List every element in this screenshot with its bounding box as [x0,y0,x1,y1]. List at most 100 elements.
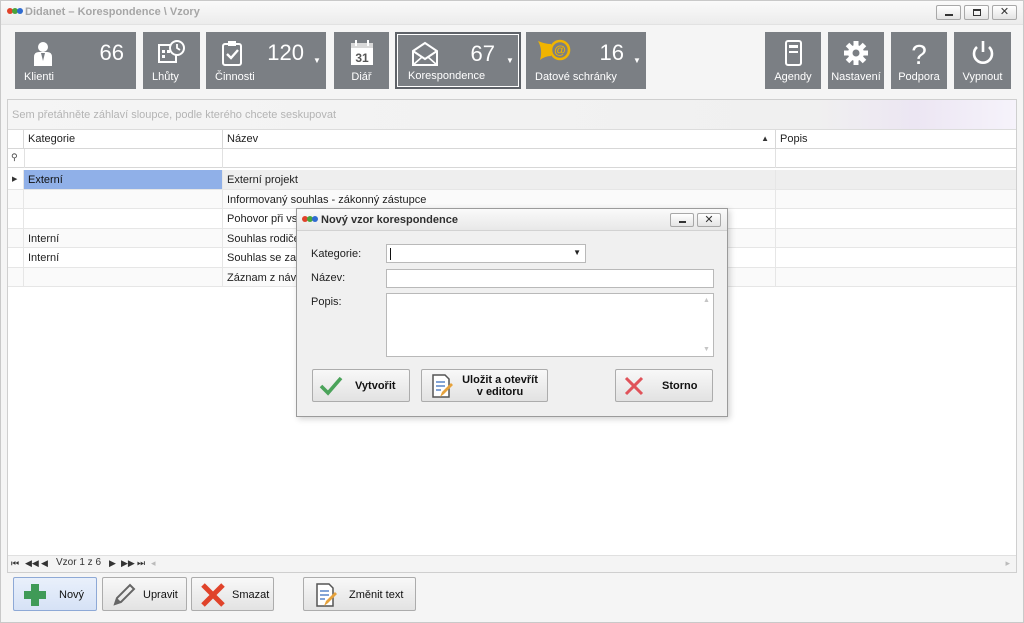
tile-korespondence-dropdown[interactable]: ▼ [501,34,519,91]
calendar-31-icon: 31 [350,40,373,65]
tile-cinnosti-dropdown[interactable]: ▼ [308,32,326,89]
create-button-label: Vytvořit [355,380,396,392]
tile-korespondence-label: Korespondence [408,70,486,82]
column-header-kategorie[interactable]: Kategorie [24,130,223,149]
text-cursor [390,248,391,260]
new-button[interactable]: Nový [13,577,97,611]
tile-korespondence[interactable]: 67 Korespondence ▼ [395,32,521,89]
nazev-field[interactable] [386,269,714,288]
header-indicator [8,130,24,149]
cell-kategorie[interactable] [24,209,223,228]
filter-popis[interactable] [776,149,1016,168]
first-page-icon[interactable]: ⏮ [11,558,19,569]
column-header-popis[interactable]: Popis [776,130,1016,149]
checkmark-icon [319,376,343,396]
tile-lhuty-label: Lhůty [152,71,179,83]
kategorie-label: Kategorie: [311,248,362,260]
edit-button[interactable]: Upravit [102,577,187,611]
maximize-button[interactable] [964,5,989,20]
popis-scrollbar[interactable]: ▲ ▼ [699,294,713,356]
change-text-button[interactable]: Změnit text [303,577,416,611]
dialog-close-button[interactable]: ✕ [697,213,721,227]
tile-vypnout[interactable]: Vypnout [954,32,1011,89]
cancel-button[interactable]: Storno [615,369,713,402]
tile-podpora[interactable]: ? Podpora [891,32,947,89]
tile-datove-label: Datové schránky [535,71,617,83]
tile-diar-label: Diář [351,71,372,83]
tile-klienti-label: Klienti [24,71,54,83]
cell-nazev[interactable]: Externí projekt [223,170,776,189]
row-indicator-cell [8,209,24,228]
prev-record-icon[interactable]: ◀ [41,558,48,569]
save-open-editor-button[interactable]: Uložit a otevřít v editoru [421,369,548,402]
scroll-left-icon[interactable]: ◂ [151,558,156,569]
cell-popis[interactable] [776,248,1016,267]
tile-agendy[interactable]: Agendy [765,32,821,89]
scroll-down-icon[interactable]: ▼ [703,346,710,353]
cell-kategorie[interactable]: Interní [24,248,223,267]
person-icon [34,42,52,66]
delete-button[interactable]: Smazat [191,577,274,611]
cell-popis[interactable] [776,229,1016,248]
tile-nastaveni-label: Nastavení [831,71,881,83]
cell-popis[interactable] [776,170,1016,189]
column-header-nazev[interactable]: Název ▲ [223,130,776,149]
app-logo-icon [302,216,318,226]
document-edit-icon [316,583,337,607]
chevron-down-icon[interactable]: ▼ [573,248,581,257]
table-row[interactable]: Informovaný souhlas - zákonný zástupce [8,189,1016,209]
cell-nazev[interactable]: Informovaný souhlas - zákonný zástupce [223,189,776,209]
cell-kategorie[interactable] [24,189,223,209]
next-record-icon[interactable]: ▶ [109,558,116,569]
tile-nastaveni[interactable]: Nastavení [828,32,884,89]
pencil-icon [113,583,136,606]
row-indicator-cell [8,248,24,267]
main-window: Didanet – Korespondence \ Vzory ✕ 66 Kli… [0,0,1024,623]
tile-klienti-count: 66 [99,40,124,65]
cell-popis[interactable] [776,209,1016,228]
close-button[interactable]: ✕ [992,5,1017,20]
save-open-label-line2: v editoru [476,386,524,398]
cell-kategorie[interactable]: Externí [24,170,223,189]
document-edit-icon [432,374,453,398]
group-by-panel[interactable]: Sem přetáhněte záhlaví sloupce, podle kt… [8,100,1016,130]
group-by-hint: Sem přetáhněte záhlaví sloupce, podle kt… [12,109,337,121]
scroll-right-icon[interactable]: ▸ [1005,558,1010,569]
chevron-down-icon: ▼ [506,56,514,65]
cell-kategorie[interactable]: Interní [24,228,223,248]
filter-kategorie[interactable] [24,149,223,168]
prev-page-group-icon[interactable]: ◀◀ [25,558,39,569]
clipboard-check-icon [222,41,242,66]
cell-kategorie[interactable] [24,267,223,287]
table-row[interactable]: ▶ Externí Externí projekt [8,170,1016,190]
cell-popis[interactable] [776,268,1016,287]
create-button[interactable]: Vytvořit [312,369,410,402]
tile-cinnosti[interactable]: 120 Činnosti ▼ [206,32,326,89]
chevron-down-icon: ▼ [313,56,321,65]
plus-icon [24,584,46,606]
delete-button-label: Smazat [232,589,270,601]
filter-nazev[interactable] [223,149,776,168]
next-page-group-icon[interactable]: ▶▶ [121,558,135,569]
calendar-clock-icon [158,40,185,63]
minimize-button[interactable] [936,5,961,20]
tile-lhuty[interactable]: Lhůty [143,32,200,89]
current-row-arrow-icon: ▶ [12,176,18,183]
kategorie-combobox[interactable]: ▼ [386,244,586,263]
tile-datove-dropdown[interactable]: ▼ [628,32,646,89]
scroll-up-icon[interactable]: ▲ [703,297,710,304]
close-icon: ✕ [704,214,714,226]
tile-vypnout-label: Vypnout [962,71,1003,83]
tile-datove-schranky[interactable]: @ 16 Datové schránky ▼ [526,32,646,89]
tile-datove-count: 16 [599,40,624,65]
cell-popis[interactable] [776,190,1016,209]
maximize-icon [973,9,981,16]
last-page-icon[interactable]: ⏭ [137,558,145,569]
tile-klienti[interactable]: 66 Klienti [15,32,136,89]
popis-label: Popis: [311,296,342,308]
dialog-minimize-button[interactable] [670,213,694,227]
tile-diar[interactable]: 31 Diář [334,32,389,89]
sort-ascending-icon: ▲ [761,134,769,143]
new-template-dialog: Nový vzor korespondence ✕ Kategorie: ▼ N… [296,208,728,417]
popis-textarea[interactable]: ▲ ▼ [386,293,714,357]
